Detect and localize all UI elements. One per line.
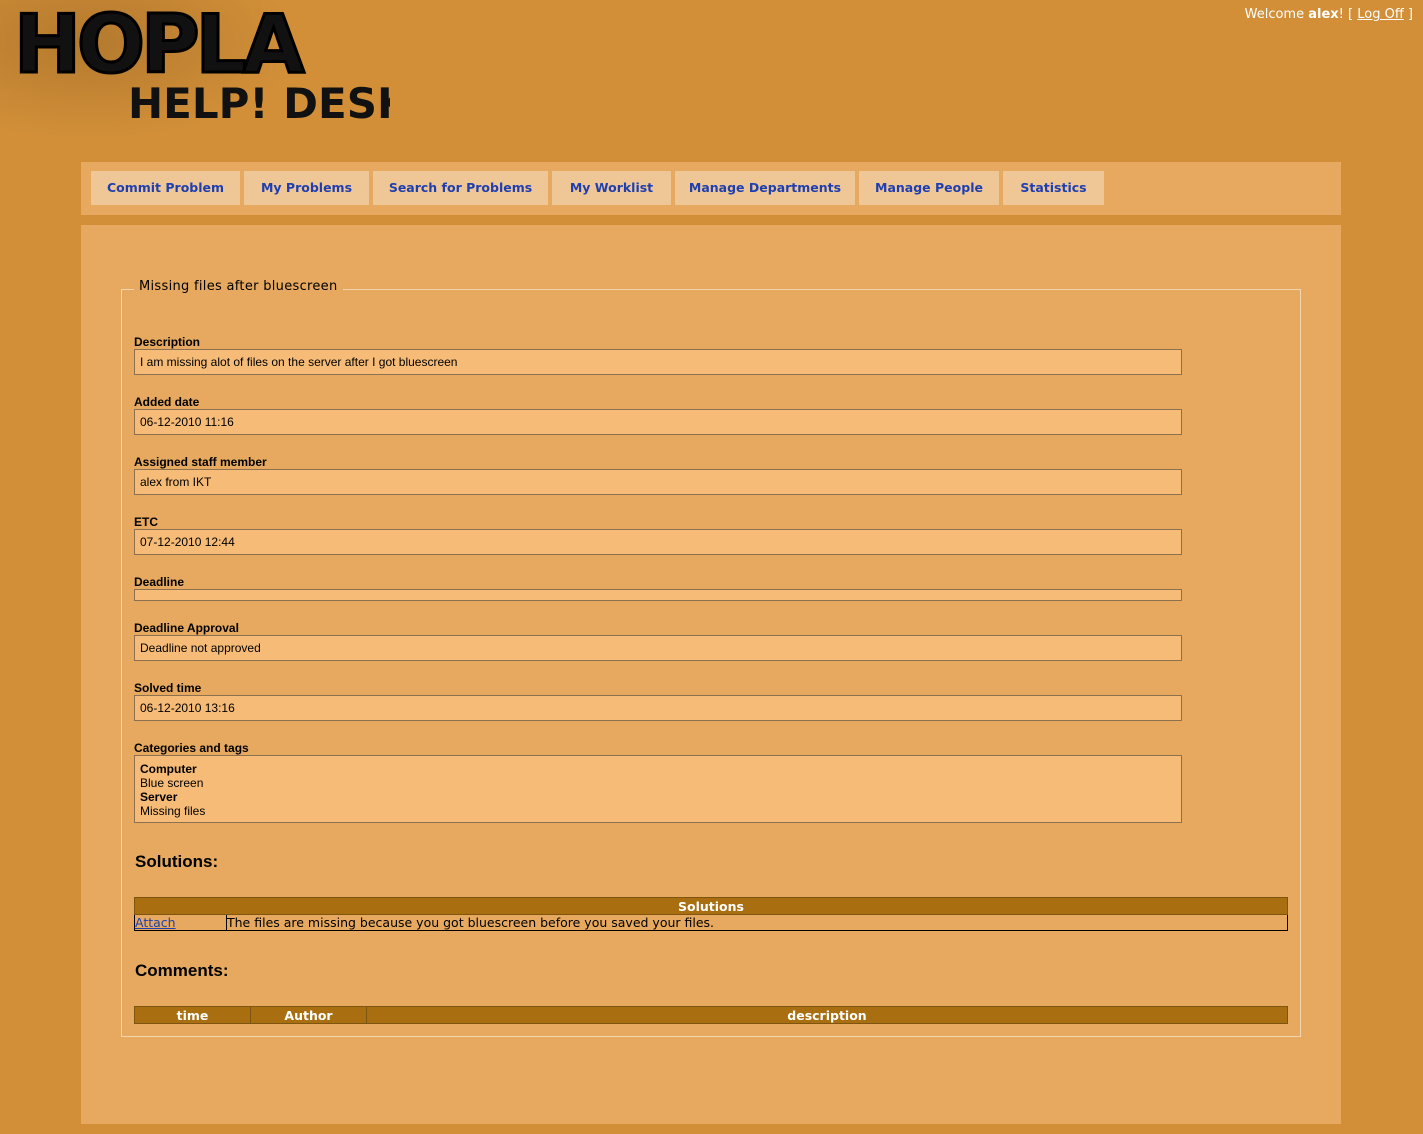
description-field: I am missing alot of files on the server… — [134, 349, 1182, 375]
nav-search-for-problems[interactable]: Search for Problems — [373, 171, 548, 205]
solution-action-cell: Attach — [134, 914, 227, 931]
nav-commit-problem[interactable]: Commit Problem — [91, 171, 240, 205]
table-row: Attach The files are missing because you… — [134, 914, 1288, 931]
categories-label: Categories and tags — [134, 741, 249, 755]
hopla-helpdesk-logo: HOPLA HELP! DESK — [10, 0, 411, 132]
solution-text-cell: The files are missing because you got bl… — [226, 914, 1288, 931]
main-panel: Missing files after bluescreen Descripti… — [81, 225, 1341, 1124]
logoff-link[interactable]: Log Off — [1357, 7, 1404, 22]
description-label: Description — [134, 335, 201, 349]
solutions-table-header: Solutions — [134, 897, 1288, 915]
solutions-table: Solutions Attach The files are missing b… — [134, 897, 1288, 931]
solutions-heading: Solutions: — [135, 852, 219, 871]
deadline-field — [134, 589, 1182, 601]
comments-col-description: description — [366, 1006, 1288, 1024]
comments-col-author: Author — [250, 1006, 367, 1024]
deadline-approval-field: Deadline not approved — [134, 635, 1182, 661]
solved-time-field: 06-12-2010 13:16 — [134, 695, 1182, 721]
nav-manage-people[interactable]: Manage People — [859, 171, 999, 205]
logo-top-text: HOPLA — [14, 4, 305, 91]
problem-title: Missing files after bluescreen — [134, 279, 343, 294]
problem-details-fieldset: Missing files after bluescreen Descripti… — [121, 279, 1301, 1037]
welcome-bracket-close: ] — [1407, 7, 1413, 22]
tag-name: Blue screen — [140, 776, 204, 790]
etc-field: 07-12-2010 12:44 — [134, 529, 1182, 555]
deadline-approval-label: Deadline Approval — [134, 621, 239, 635]
nav-statistics[interactable]: Statistics — [1003, 171, 1104, 205]
added-date-label: Added date — [134, 395, 200, 409]
category-name: Computer — [140, 762, 197, 776]
nav-my-worklist[interactable]: My Worklist — [552, 171, 671, 205]
assigned-staff-field: alex from IKT — [134, 469, 1182, 495]
solved-time-label: Solved time — [134, 681, 202, 695]
logo-bottom-text: HELP! DESK — [128, 79, 390, 128]
comments-col-time: time — [134, 1006, 251, 1024]
main-navigation: Commit Problem My Problems Search for Pr… — [81, 162, 1341, 215]
attach-link[interactable]: Attach — [135, 915, 176, 930]
welcome-bar: Welcome alex! [ Log Off ] — [1245, 7, 1413, 22]
comments-heading: Comments: — [135, 961, 229, 980]
comments-table: time Author description — [134, 1006, 1288, 1024]
categories-field: Computer Blue screen Server Missing file… — [134, 755, 1182, 823]
deadline-label: Deadline — [134, 575, 185, 589]
nav-my-problems[interactable]: My Problems — [244, 171, 369, 205]
nav-manage-departments[interactable]: Manage Departments — [675, 171, 855, 205]
username: alex — [1308, 7, 1339, 22]
tag-name: Missing files — [140, 804, 206, 818]
welcome-prefix: Welcome — [1244, 7, 1305, 22]
added-date-field: 06-12-2010 11:16 — [134, 409, 1182, 435]
welcome-suffix: ! [ — [1338, 7, 1354, 22]
category-name: Server — [140, 790, 178, 804]
etc-label: ETC — [134, 515, 158, 529]
assigned-staff-label: Assigned staff member — [134, 455, 267, 469]
